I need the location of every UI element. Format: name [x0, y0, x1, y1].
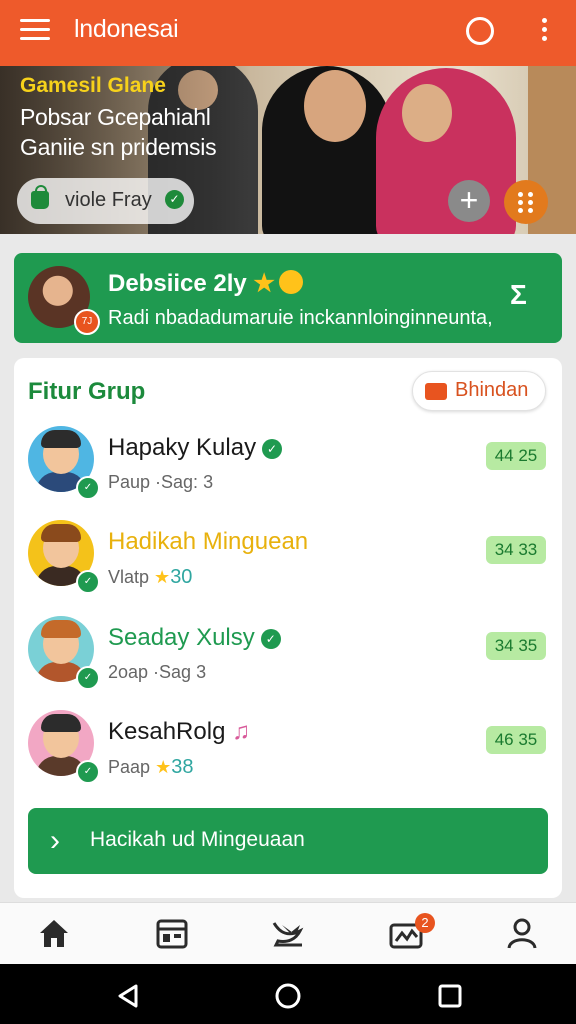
verified-badge-icon: ✓: [76, 570, 100, 594]
notification-badge: 2: [415, 913, 435, 933]
home-icon[interactable]: [36, 915, 72, 951]
avatar-hair: [41, 714, 81, 732]
hero-line: Pobsar Gcepahiahl: [20, 104, 211, 130]
avatar-hat: [41, 524, 81, 542]
member-meta: 2oap ·Sag 3: [108, 662, 207, 682]
bird-icon[interactable]: [270, 915, 306, 951]
play-pill-label: viole Fray: [65, 189, 152, 211]
score-badge: 46 35: [486, 726, 546, 754]
recents-icon[interactable]: [436, 982, 464, 1010]
grid-dots-button[interactable]: [504, 180, 548, 224]
member-name-text: Seaday Xulsy: [108, 624, 255, 651]
section-title: Fitur Grup: [28, 378, 146, 405]
hero-headline: Gamesil Glane: [20, 74, 166, 97]
check-icon: ✓: [165, 190, 184, 209]
profile-icon[interactable]: [504, 915, 540, 951]
check-icon: ✓: [260, 629, 281, 649]
score-badge: 44 25: [486, 442, 546, 470]
music-note-icon: ♫: [232, 718, 251, 745]
list-item[interactable]: ✓ KesahRolg ♫ Paap ★38 46 35: [14, 710, 562, 800]
member-name: Hadikah Minguean: [108, 528, 309, 555]
star-icon: ★: [253, 270, 275, 297]
score-badge: 34 33: [486, 536, 546, 564]
filter-chip-label: Bhindan: [455, 379, 529, 401]
verified-badge-icon: ✓: [76, 760, 100, 784]
promo-title-text: Debsiice 2ly: [108, 270, 247, 297]
calendar-icon[interactable]: [154, 915, 190, 951]
tv-icon: [425, 383, 447, 400]
score-badge: 34 35: [486, 632, 546, 660]
filter-chip[interactable]: Bhindan: [412, 371, 546, 411]
hero-person-face: [402, 84, 452, 142]
promo-subtitle: Radi nbadadumaruie inckannloinginneunta,: [108, 307, 493, 329]
avatar-hat: [41, 620, 81, 638]
chevron-right-icon: ›: [50, 824, 60, 857]
more-options-icon[interactable]: [540, 18, 548, 45]
member-meta: Paup ·Sag: 3: [108, 472, 214, 492]
app-title: lndonesai: [74, 15, 179, 43]
circle-icon[interactable]: [466, 17, 494, 45]
avatar-hair: [41, 430, 81, 448]
menu-icon[interactable]: [20, 19, 50, 45]
hero-line: Ganiie sn pridemsis: [20, 134, 217, 160]
member-name: Hapaky Kulay ✓: [108, 434, 283, 462]
hero-person: [376, 68, 516, 234]
shopping-bag-icon: [31, 185, 49, 209]
sigma-icon[interactable]: Σ: [510, 279, 527, 311]
member-meta: Paap ★38: [108, 756, 193, 779]
list-item[interactable]: ✓ Seaday Xulsy ✓ 2oap ·Sag 3 34 35: [14, 616, 562, 706]
system-navigation-bar: [0, 964, 576, 1024]
star-icon: ★: [155, 757, 172, 777]
home-circle-icon[interactable]: [274, 982, 302, 1010]
app-bar: lndonesai: [0, 0, 576, 66]
add-button[interactable]: +: [448, 180, 490, 222]
hero-person-face: [304, 70, 366, 142]
member-name-text: Hapaky Kulay: [108, 434, 257, 461]
member-stars: 30: [170, 566, 193, 588]
member-meta-text: Vlatp: [108, 567, 150, 587]
verified-badge-icon: ✓: [76, 476, 100, 500]
hero-banner[interactable]: Gamesil Glane Pobsar Gcepahiahl Ganiie s…: [0, 66, 576, 234]
verified-badge-icon: ✓: [76, 666, 100, 690]
member-stars: 38: [171, 756, 194, 778]
member-name-text: KesahRolg: [108, 718, 226, 745]
check-icon: ✓: [262, 439, 283, 459]
list-item[interactable]: ✓ Hapaky Kulay ✓ Paup ·Sag: 3 44 25: [14, 426, 562, 516]
member-name: Seaday Xulsy ✓: [108, 624, 281, 652]
promo-badge: 7J: [74, 309, 100, 335]
back-icon[interactable]: [114, 982, 142, 1010]
star-icon: ★: [154, 567, 171, 587]
emoji-icon: [278, 270, 303, 294]
promo-card[interactable]: 7J Debsiice 2ly ★ Radi nbadadumaruie inc…: [14, 253, 562, 343]
primary-action-label: Hacikah ud Mingeuaan: [90, 828, 305, 851]
member-meta-text: Paap: [108, 757, 151, 777]
list-item[interactable]: ✓ Hadikah Minguean Vlatp ★30 34 33: [14, 520, 562, 610]
bottom-navigation: 2: [0, 902, 576, 965]
primary-action-button[interactable]: › Hacikah ud Mingeuaan: [28, 808, 548, 874]
promo-title: Debsiice 2ly ★: [108, 269, 303, 298]
member-name: KesahRolg ♫: [108, 718, 250, 746]
group-card: Fitur Grup Bhindan ✓ Hapaky Kulay ✓ Paup …: [14, 358, 562, 898]
member-meta: Vlatp ★30: [108, 566, 192, 589]
play-pill-button[interactable]: viole Fray ✓: [17, 178, 194, 224]
